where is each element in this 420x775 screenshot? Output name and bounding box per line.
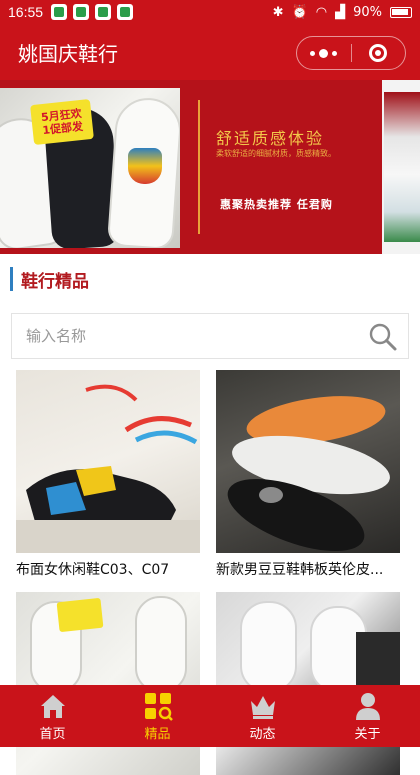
app-notification-icon — [51, 4, 68, 20]
more-button[interactable] — [297, 37, 351, 69]
app-notification-icon — [95, 4, 112, 20]
section-header: 鞋行精品 — [10, 266, 89, 292]
grid-icon — [144, 692, 173, 721]
product-name[interactable]: 布面女休闲鞋C03、C07 — [16, 559, 200, 579]
product-image[interactable] — [216, 370, 400, 553]
app-notification-icon — [73, 4, 90, 20]
banner-subline: 柔软舒适的细腻材质，质感精致。 — [216, 149, 336, 158]
bottom-tab-bar: 首页 精品 动态 关于 — [0, 685, 420, 747]
home-icon — [40, 694, 65, 718]
nav-bar: 姚国庆鞋行 — [0, 24, 420, 80]
banner-slide[interactable]: 5月狂欢 1促部发 舒适质感体验 柔软舒适的细腻材质，质感精致。 惠聚热卖推荐 … — [0, 80, 382, 254]
close-circle-icon — [369, 44, 388, 62]
section-accent-bar — [10, 267, 13, 291]
more-icon — [310, 50, 316, 56]
tab-featured[interactable]: 精品 — [105, 685, 210, 747]
product-name[interactable]: 新款男豆豆鞋韩板英伦皮... — [216, 559, 400, 579]
search-input[interactable] — [26, 327, 356, 345]
tab-label: 关于 — [354, 726, 381, 742]
tab-news[interactable]: 动态 — [210, 685, 315, 747]
tab-label: 动态 — [249, 726, 276, 742]
section-title: 鞋行精品 — [21, 271, 89, 292]
crown-icon — [250, 695, 275, 719]
signal-icon: ▟ — [335, 4, 346, 20]
product-image[interactable] — [216, 592, 400, 775]
status-time: 16:55 — [8, 4, 44, 20]
page-title: 姚国庆鞋行 — [18, 41, 118, 66]
alarm-icon: ⏰ — [291, 4, 308, 20]
banner-cta: 惠聚热卖推荐 任君购 — [220, 198, 333, 211]
product-card[interactable]: 布面女休闲鞋C03、C07 — [16, 370, 200, 579]
miniprogram-capsule — [296, 36, 406, 70]
tab-label: 精品 — [144, 726, 171, 742]
search-box — [11, 313, 409, 359]
banner-shoe-photo: 5月狂欢 1促部发 — [0, 88, 180, 248]
bluetooth-icon: ✱ — [272, 4, 284, 20]
product-card[interactable]: 新款男豆豆鞋韩板英伦皮... — [216, 370, 400, 579]
battery-icon — [390, 6, 412, 18]
wifi-icon: ◠ — [315, 4, 328, 20]
product-card[interactable] — [216, 592, 400, 775]
product-card[interactable] — [16, 592, 200, 775]
banner-headline: 舒适质感体验 — [216, 129, 325, 148]
battery-percent: 90% — [353, 4, 382, 20]
tab-about[interactable]: 关于 — [315, 685, 420, 747]
banner-carousel[interactable]: 5月狂欢 1促部发 舒适质感体验 柔软舒适的细腻材质，质感精致。 惠聚热卖推荐 … — [0, 80, 420, 254]
app-notification-icon — [117, 4, 134, 20]
person-icon — [355, 692, 380, 720]
tab-home[interactable]: 首页 — [0, 685, 105, 747]
close-button[interactable] — [351, 37, 405, 69]
banner-divider — [198, 100, 200, 234]
product-image[interactable] — [16, 592, 200, 775]
tab-label: 首页 — [39, 726, 66, 742]
status-bar: 16:55 ✱ ⏰ ◠ ▟ 90% — [0, 0, 420, 24]
promo-badge: 5月狂欢 1促部发 — [30, 98, 94, 146]
product-image[interactable] — [16, 370, 200, 553]
banner-next-slide[interactable] — [382, 80, 420, 254]
search-icon[interactable] — [368, 322, 398, 352]
